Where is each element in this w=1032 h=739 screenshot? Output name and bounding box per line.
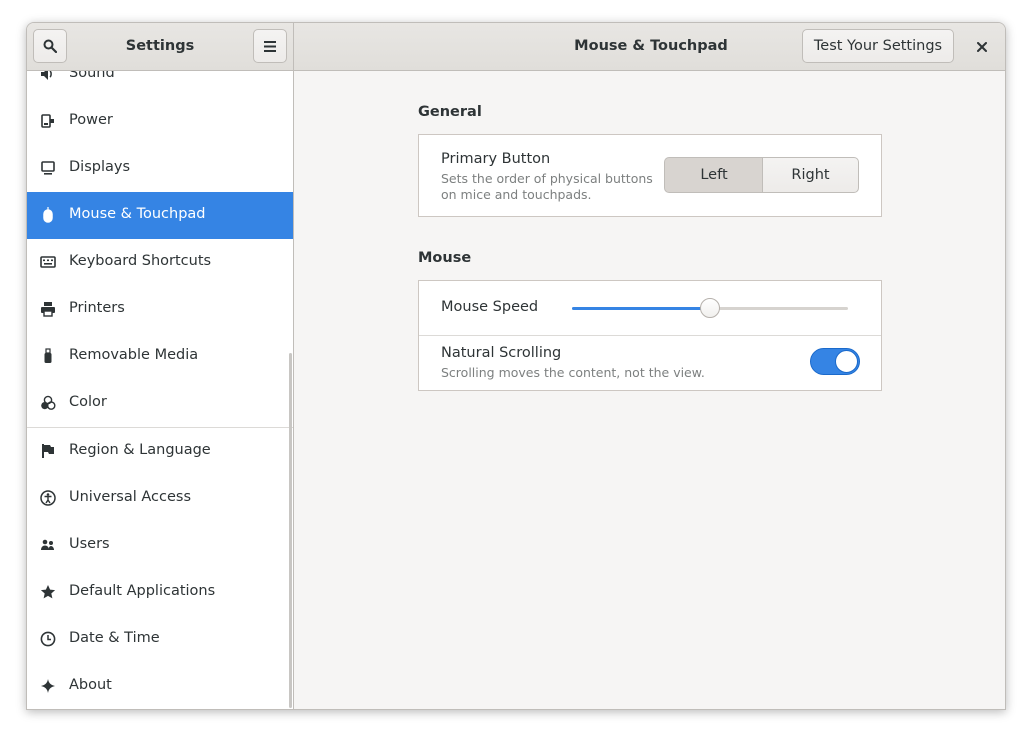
search-icon xyxy=(43,39,57,53)
sidebar-item-about[interactable]: About xyxy=(27,663,293,709)
sidebar-item-power[interactable]: Power xyxy=(27,98,293,145)
display-icon xyxy=(40,160,56,176)
sidebar-item-region-language[interactable]: Region & Language xyxy=(27,428,293,475)
sidebar-item-label: Mouse & Touchpad xyxy=(69,206,206,222)
speaker-icon xyxy=(40,71,56,82)
sidebar-item-sound[interactable]: Sound xyxy=(27,71,293,98)
primary-button-right-option[interactable]: Right xyxy=(762,157,859,193)
hamburger-menu-icon xyxy=(264,40,276,52)
sidebar-item-label: Color xyxy=(69,394,107,410)
star-icon xyxy=(40,584,56,600)
sidebar-title: Settings xyxy=(125,38,195,54)
natural-scrolling-switch[interactable] xyxy=(810,348,860,375)
sidebar-item-label: Removable Media xyxy=(69,347,199,363)
test-your-settings-button[interactable]: Test Your Settings xyxy=(802,29,954,63)
close-icon xyxy=(977,42,987,52)
header-bar: Settings Mouse & Touchpad Test Your Sett… xyxy=(27,23,1005,71)
sidebar-item-label: Printers xyxy=(69,300,125,316)
sidebar-item-label: Universal Access xyxy=(69,489,192,505)
row-divider xyxy=(419,335,881,336)
menu-button[interactable] xyxy=(253,29,287,63)
sidebar-item-date-time[interactable]: Date & Time xyxy=(27,616,293,663)
sidebar-item-mouse-touchpad[interactable]: Mouse & Touchpad xyxy=(27,192,293,239)
sidebar-item-displays[interactable]: Displays xyxy=(27,145,293,192)
sidebar-header: Settings xyxy=(27,23,294,70)
color-circles-icon xyxy=(40,395,56,411)
close-button[interactable] xyxy=(970,35,994,59)
sidebar-item-printers[interactable]: Printers xyxy=(27,286,293,333)
mouse-frame: Mouse Speed Natural Scrolling Scrolling … xyxy=(418,280,882,391)
mouse-speed-slider[interactable] xyxy=(572,298,848,318)
sidebar-item-label: Displays xyxy=(69,159,131,175)
sidebar-scrollbar[interactable] xyxy=(289,353,292,708)
natural-scrolling-title: Natural Scrolling xyxy=(441,345,562,361)
general-section-title: General xyxy=(418,104,482,120)
sidebar-item-label: Date & Time xyxy=(69,630,160,646)
sidebar-item-label: Region & Language xyxy=(69,442,211,458)
sidebar-item-label: Users xyxy=(69,536,110,552)
clock-icon xyxy=(40,631,56,647)
mouse-speed-slider-fill xyxy=(572,307,710,310)
flag-icon xyxy=(40,443,56,459)
mouse-icon xyxy=(40,207,56,223)
mouse-section-title: Mouse xyxy=(418,250,472,266)
sidebar-item-label: About xyxy=(69,677,112,693)
keyboard-icon xyxy=(40,254,56,270)
sidebar-item-keyboard-shortcuts[interactable]: Keyboard Shortcuts xyxy=(27,239,293,286)
switch-knob xyxy=(835,350,858,373)
natural-scrolling-subtitle: Scrolling moves the content, not the vie… xyxy=(441,365,705,380)
sidebar-item-default-applications[interactable]: Default Applications xyxy=(27,569,293,616)
primary-button-title: Primary Button xyxy=(441,151,551,167)
sidebar: Sound Power Displays Mouse & Touchpad Ke… xyxy=(27,71,294,709)
power-plug-icon xyxy=(40,113,56,129)
search-button[interactable] xyxy=(33,29,67,63)
sidebar-item-label: Power xyxy=(69,112,113,128)
sidebar-item-universal-access[interactable]: Universal Access xyxy=(27,475,293,522)
sidebar-item-removable-media[interactable]: Removable Media xyxy=(27,333,293,380)
general-frame: Primary Button Sets the order of physica… xyxy=(418,134,882,217)
users-icon xyxy=(40,537,56,553)
printer-icon xyxy=(40,301,56,317)
usb-drive-icon xyxy=(40,348,56,364)
primary-button-subtitle-2: on mice and touchpads. xyxy=(441,187,592,202)
sparkle-icon xyxy=(40,678,56,694)
mouse-speed-slider-handle[interactable] xyxy=(700,298,720,318)
primary-button-left-option[interactable]: Left xyxy=(664,157,763,193)
sidebar-item-color[interactable]: Color xyxy=(27,380,293,427)
sidebar-item-label: Default Applications xyxy=(69,583,216,599)
mouse-speed-label: Mouse Speed xyxy=(441,299,539,315)
sidebar-item-label: Sound xyxy=(69,71,115,81)
accessibility-icon xyxy=(40,490,56,506)
primary-button-subtitle: Sets the order of physical buttons xyxy=(441,171,653,186)
settings-window: Settings Mouse & Touchpad Test Your Sett… xyxy=(26,22,1006,710)
sidebar-item-label: Keyboard Shortcuts xyxy=(69,253,212,269)
sidebar-item-users[interactable]: Users xyxy=(27,522,293,569)
